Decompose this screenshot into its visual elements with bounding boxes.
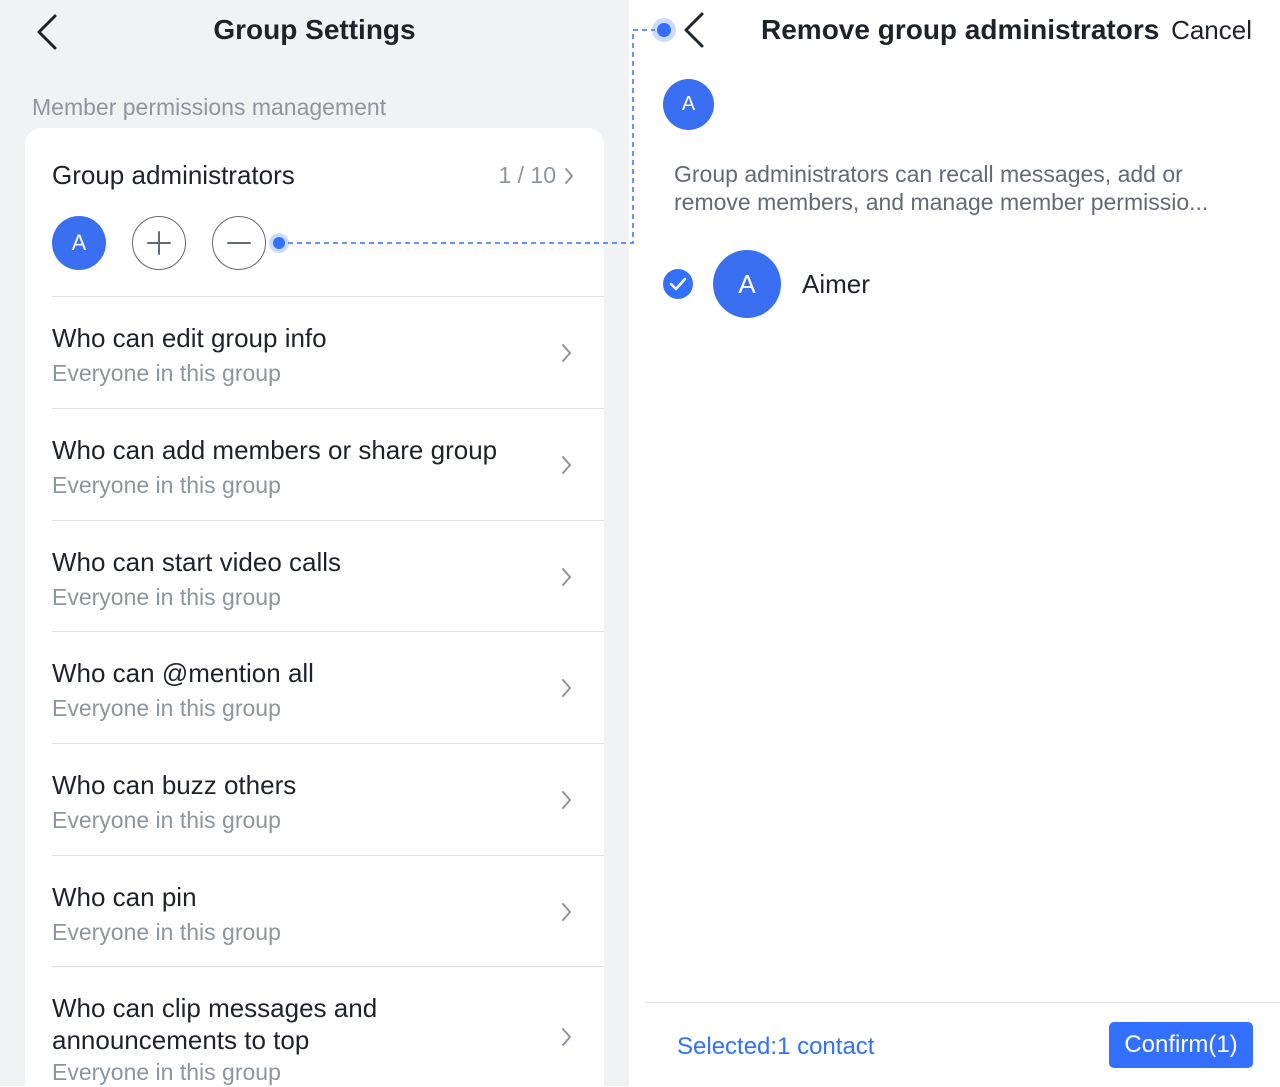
chevron-right-icon: [562, 1028, 571, 1046]
member-name: Aimer: [802, 269, 870, 299]
page-title: Remove group administrators: [761, 14, 1160, 45]
permission-item[interactable]: Who can buzz others Everyone in this grou…: [52, 743, 604, 856]
admin-count[interactable]: 1 / 10: [498, 162, 574, 189]
permission-title: Who can pin: [52, 882, 197, 912]
permission-item[interactable]: Who can @mention all Everyone in this gro…: [52, 631, 604, 744]
permission-item[interactable]: Who can start video calls Everyone in thi…: [52, 520, 604, 632]
permission-item[interactable]: Who can pin Everyone in this group: [52, 855, 604, 967]
permission-title: Who can edit group info: [52, 323, 327, 353]
chevron-right-icon: [562, 456, 571, 474]
section-label: Member permissions management: [32, 94, 387, 120]
footer-bar: Selected:1 contact Confirm(1): [646, 1002, 1280, 1087]
permission-subtitle: Everyone in this group: [52, 919, 281, 945]
group-administrators-row[interactable]: Group administrators 1 / 10 A: [25, 128, 604, 296]
permission-title: Who can add members or share group: [52, 435, 498, 465]
group-administrators-title: Group administrators: [52, 160, 295, 190]
remove-admin-button[interactable]: [212, 216, 266, 270]
chevron-right-icon: [562, 903, 571, 921]
admin-count-label: 1 / 10: [498, 162, 556, 188]
member-avatar: A: [713, 250, 781, 318]
permission-item[interactable]: Who can edit group info Everyone in this …: [52, 296, 604, 409]
permission-subtitle: Everyone in this group: [52, 472, 281, 498]
permission-title: Who can buzz others: [52, 770, 297, 800]
group-settings-header: Group Settings: [0, 0, 629, 64]
checkmark-icon[interactable]: [663, 269, 693, 299]
back-arrow-icon[interactable]: [679, 10, 709, 50]
permission-title: Who can @mention all: [52, 658, 314, 688]
chevron-right-icon: [562, 679, 571, 697]
chevron-right-icon: [562, 344, 571, 362]
description-text: Group administrators can recall messages…: [674, 161, 1209, 215]
admin-avatar[interactable]: A: [52, 216, 106, 270]
chevron-right-icon: [562, 791, 571, 809]
page-title: Group Settings: [213, 14, 416, 45]
permission-subtitle: Everyone in this group: [52, 807, 281, 833]
selected-count-link[interactable]: Selected:1 contact: [677, 1033, 874, 1061]
add-admin-button[interactable]: [132, 216, 186, 270]
permission-subtitle: Everyone in this group: [52, 360, 281, 386]
plus-icon: [147, 231, 171, 255]
permission-title: Who can start video calls: [52, 547, 342, 577]
member-row[interactable]: A Aimer: [629, 245, 1280, 323]
permissions-card: Group administrators 1 / 10 A Who can ed…: [25, 128, 604, 1086]
chevron-right-icon: [562, 568, 571, 586]
permission-subtitle: Everyone in this group: [52, 1059, 281, 1085]
permission-title: Who can clip messages and announcements …: [52, 993, 378, 1055]
minus-icon: [227, 242, 251, 244]
group-settings-pane: Group Settings Member permissions manage…: [0, 0, 629, 1086]
confirm-button[interactable]: Confirm(1): [1109, 1022, 1253, 1068]
permission-item[interactable]: Who can add members or share group Everyo…: [52, 408, 604, 521]
remove-admins-pane: Remove group administrators Cancel A Gro…: [629, 0, 1280, 1086]
selected-member-avatar[interactable]: A: [663, 79, 714, 130]
permission-item[interactable]: Who can clip messages and announcements …: [52, 966, 604, 1086]
permission-subtitle: Everyone in this group: [52, 695, 281, 721]
chevron-right-icon: [565, 167, 573, 184]
permission-subtitle: Everyone in this group: [52, 584, 281, 610]
cancel-button[interactable]: Cancel: [1171, 15, 1252, 46]
